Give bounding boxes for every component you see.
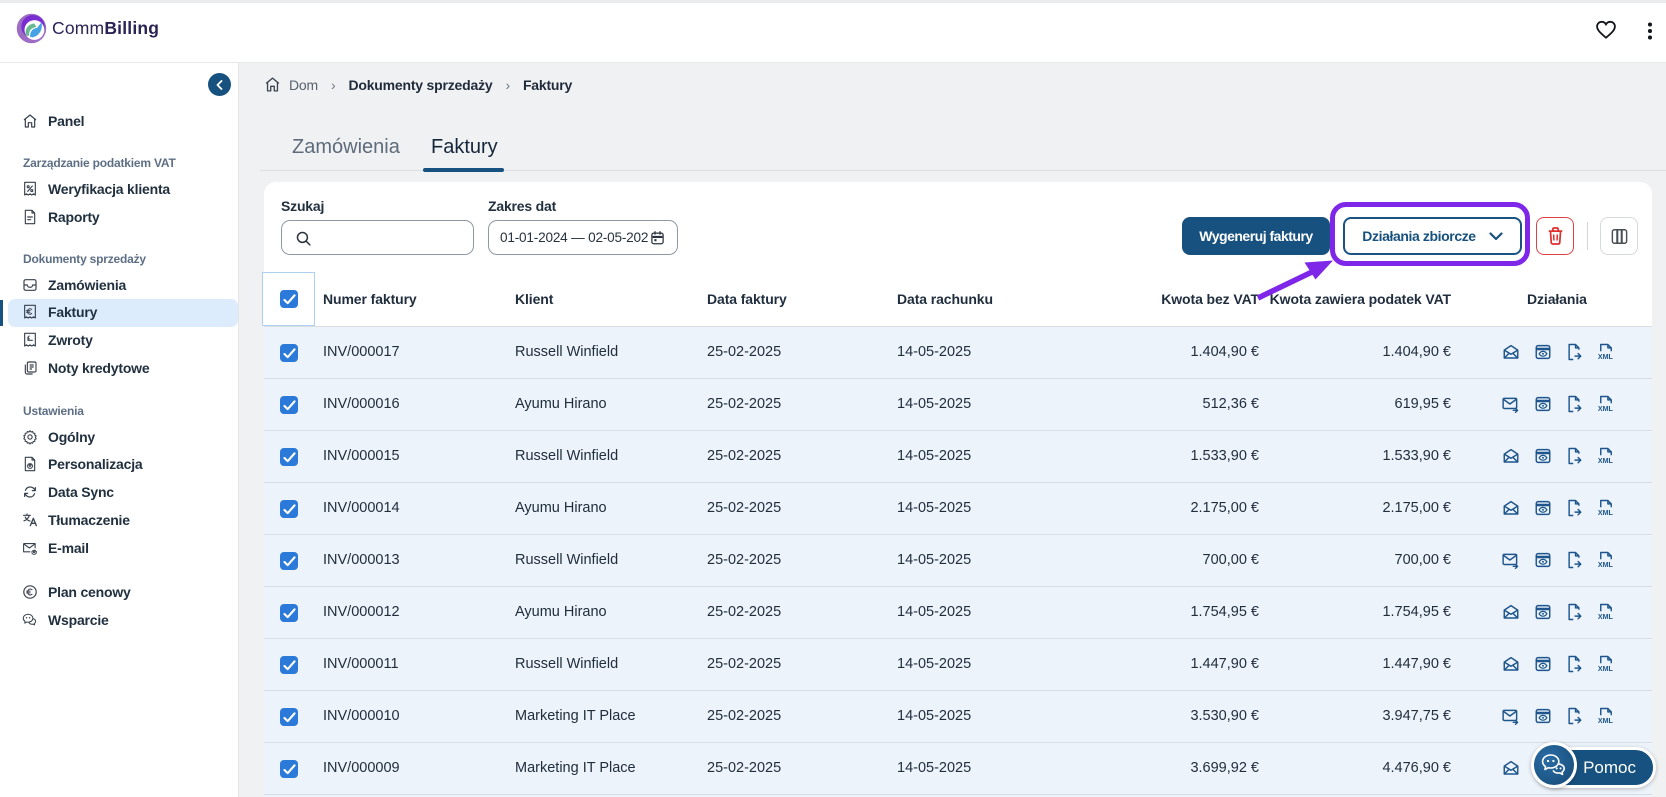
svg-text:XML: XML <box>1598 353 1614 361</box>
svg-text:XML: XML <box>1598 613 1614 621</box>
svg-text:XML: XML <box>1598 509 1614 517</box>
svg-text:XML: XML <box>1598 457 1614 465</box>
svg-text:XML: XML <box>1598 405 1614 413</box>
svg-text:XML: XML <box>1598 665 1614 673</box>
svg-text:XML: XML <box>1598 561 1614 569</box>
svg-text:XML: XML <box>1598 717 1614 725</box>
